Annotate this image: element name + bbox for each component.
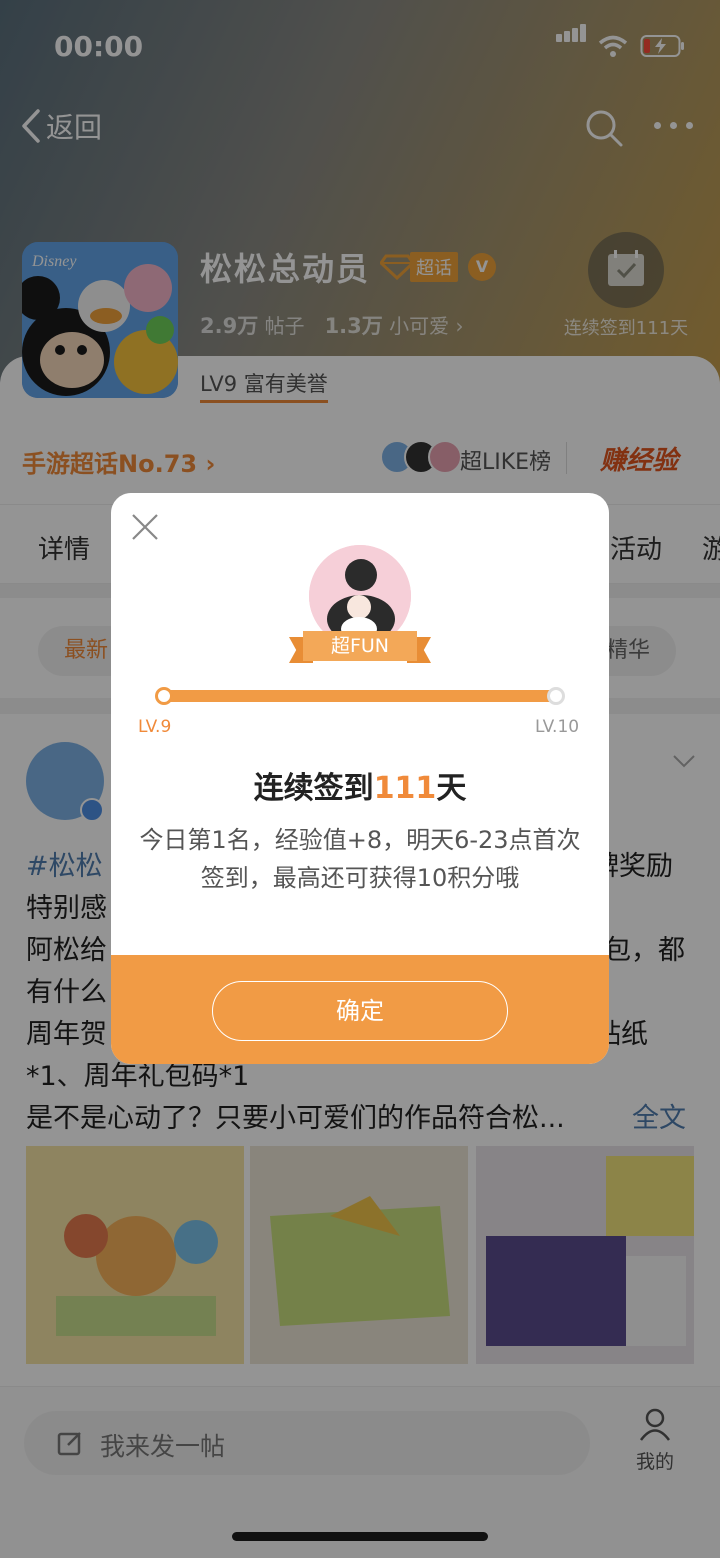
confirm-button[interactable]: 确定 (212, 981, 508, 1041)
progress-start-dot (155, 687, 173, 705)
close-icon[interactable] (129, 511, 161, 543)
level-from: LV.9 (138, 717, 172, 737)
checkin-days: 111 (373, 771, 437, 806)
level-to: LV.10 (535, 717, 580, 737)
dialog-description: 今日第1名，经验值+8，明天6-23点首次签到，最高还可获得10积分哦 (139, 826, 581, 892)
title-suffix: 天 (436, 771, 467, 806)
fun-badge: 超FUN (289, 631, 431, 665)
home-indicator[interactable] (232, 1532, 488, 1541)
fun-badge-label: 超FUN (303, 631, 417, 661)
dialog-footer: 确定 (111, 955, 609, 1064)
checkin-dialog: 超FUN LV.9 LV.10 连续签到111天 今日第1名，经验值+8，明天6… (111, 493, 609, 1064)
title-prefix: 连续签到 (253, 771, 374, 806)
level-progress-bar (155, 687, 565, 705)
level-progress-fill (159, 690, 561, 702)
progress-end-dot (547, 687, 565, 705)
dialog-title: 连续签到111天 (111, 763, 609, 807)
